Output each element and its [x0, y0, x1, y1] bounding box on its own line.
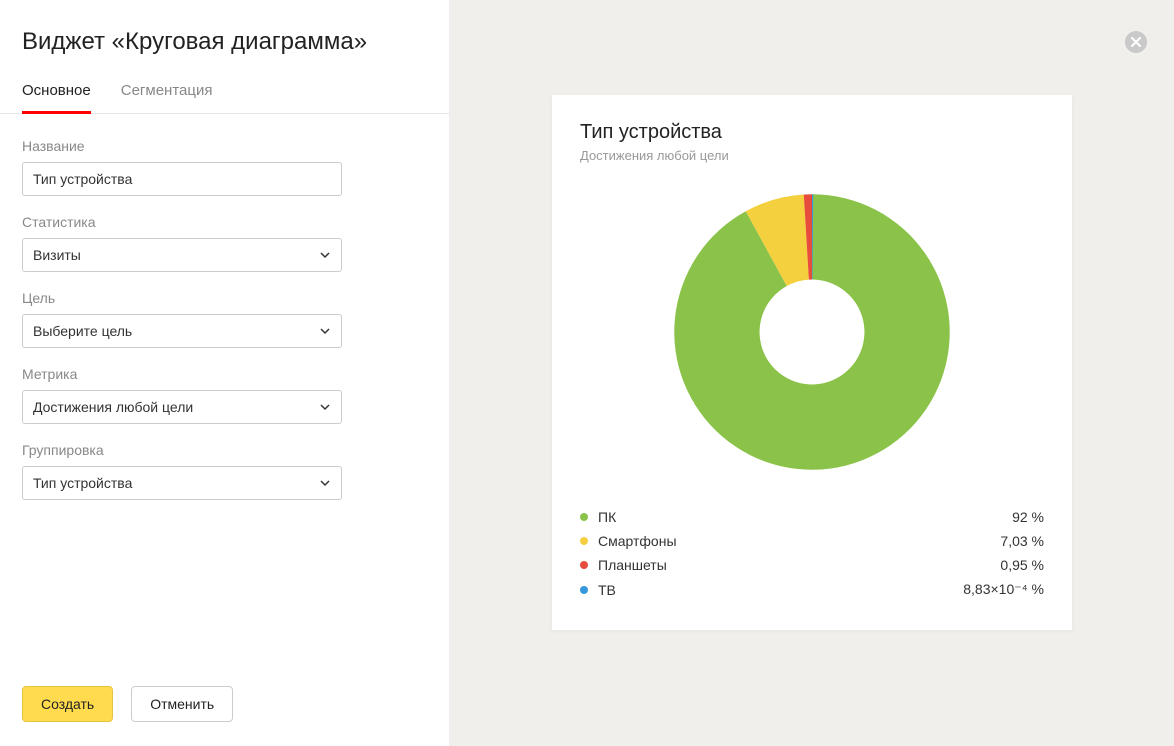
legend-row: ТВ8,83×10⁻⁴ % [580, 577, 1044, 602]
close-button[interactable] [1124, 30, 1148, 54]
legend-label: Смартфоны [598, 533, 1000, 549]
grouping-value: Тип устройства [33, 475, 132, 491]
field-goal-label: Цель [22, 290, 427, 306]
legend-label: ПК [598, 509, 1012, 525]
field-grouping-label: Группировка [22, 442, 427, 458]
card-title: Тип устройства [580, 121, 1044, 144]
legend-row: Смартфоны7,03 % [580, 529, 1044, 553]
legend-label: Планшеты [598, 557, 1000, 573]
goal-value: Выберите цель [33, 323, 132, 339]
legend-value: 8,83×10⁻⁴ % [963, 581, 1044, 598]
cancel-button[interactable]: Отменить [131, 686, 233, 722]
tab-segmentation[interactable]: Сегментация [121, 82, 213, 113]
preview-card: Тип устройства Достижения любой цели ПК9… [552, 95, 1072, 630]
legend-value: 7,03 % [1000, 533, 1044, 549]
chevron-down-icon [319, 325, 331, 337]
statistics-select[interactable]: Визиты [22, 238, 342, 272]
legend-dot-icon [580, 561, 588, 569]
field-metric-label: Метрика [22, 366, 427, 382]
goal-select[interactable]: Выберите цель [22, 314, 342, 348]
tab-main[interactable]: Основное [22, 82, 91, 113]
field-metric: Метрика Достижения любой цели [22, 366, 427, 424]
field-grouping: Группировка Тип устройства [22, 442, 427, 500]
chevron-down-icon [319, 401, 331, 413]
field-name-label: Название [22, 138, 427, 154]
page-title: Виджет «Круговая диаграмма» [22, 28, 427, 56]
legend: ПК92 %Смартфоны7,03 %Планшеты0,95 %ТВ8,8… [580, 505, 1044, 602]
field-statistics-label: Статистика [22, 214, 427, 230]
name-input[interactable] [22, 162, 342, 196]
legend-value: 0,95 % [1000, 557, 1044, 573]
settings-sidebar: Виджет «Круговая диаграмма» Основное Сег… [0, 0, 450, 746]
field-name: Название [22, 138, 427, 196]
legend-dot-icon [580, 537, 588, 545]
legend-label: ТВ [598, 582, 963, 598]
footer-actions: Создать Отменить [22, 686, 233, 722]
legend-dot-icon [580, 513, 588, 521]
preview-area: Тип устройства Достижения любой цели ПК9… [450, 0, 1174, 746]
legend-value: 92 % [1012, 509, 1044, 525]
create-button[interactable]: Создать [22, 686, 113, 722]
card-subtitle: Достижения любой цели [580, 148, 1044, 163]
grouping-select[interactable]: Тип устройства [22, 466, 342, 500]
statistics-value: Визиты [33, 247, 81, 263]
legend-dot-icon [580, 586, 588, 594]
metric-select[interactable]: Достижения любой цели [22, 390, 342, 424]
chevron-down-icon [319, 477, 331, 489]
legend-row: Планшеты0,95 % [580, 553, 1044, 577]
chevron-down-icon [319, 249, 331, 261]
metric-value: Достижения любой цели [33, 399, 193, 415]
donut-chart [580, 187, 1044, 477]
field-statistics: Статистика Визиты [22, 214, 427, 272]
donut-hole [760, 280, 865, 385]
legend-row: ПК92 % [580, 505, 1044, 529]
field-goal: Цель Выберите цель [22, 290, 427, 348]
tabs: Основное Сегментация [0, 82, 449, 114]
